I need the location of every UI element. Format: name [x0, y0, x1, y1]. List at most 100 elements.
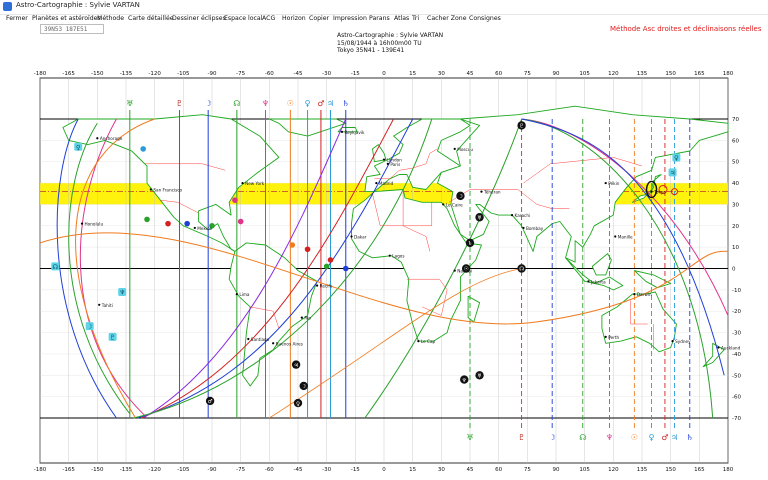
planet-marker-3[interactable] [237, 218, 244, 225]
mc-planet-glyph-4[interactable]: ♆ [262, 99, 269, 108]
planet-marker-0[interactable] [165, 220, 171, 227]
lon-tick-bottom: -105 [177, 467, 190, 473]
planet-marker-6[interactable] [304, 246, 311, 253]
glyph-marker-7[interactable]: ☽ [301, 384, 306, 390]
mc-planet-glyph-0[interactable]: ♅ [126, 99, 133, 108]
lon-tick-top: 30 [438, 71, 445, 77]
ic-planet-glyph-6[interactable]: ♀ [649, 433, 655, 442]
city-label-14: Dakar [354, 234, 367, 239]
ic-planet-glyph-3[interactable]: ☊ [579, 433, 586, 442]
city-label-24: Tokyo [653, 190, 666, 195]
city-dot-27 [633, 293, 636, 296]
city-dot-24 [650, 190, 653, 193]
city-dot-14 [350, 235, 353, 238]
lon-tick-bottom: 0 [382, 467, 386, 473]
lon-tick-bottom: 165 [694, 467, 705, 473]
city-dot-1 [80, 222, 84, 225]
glyph-marker-10[interactable]: ♆ [462, 377, 467, 384]
city-dot-7 [272, 342, 275, 345]
badge-glyph-5[interactable]: ♀ [674, 154, 679, 162]
ic-planet-glyph-2[interactable]: ☽ [549, 433, 556, 442]
badge-glyph-3[interactable]: ☽ [87, 323, 93, 331]
city-label-29: Sydney [675, 339, 691, 344]
lat-tick: 10 [732, 245, 739, 251]
city-label-1: Honolulu [85, 222, 104, 227]
planet-marker-11[interactable] [140, 146, 146, 152]
glyph-marker-6[interactable]: ♃ [294, 362, 299, 369]
ic-planet-glyph-9[interactable]: ♄ [686, 433, 693, 442]
city-dot-4 [193, 226, 196, 230]
mc-planet-glyph-3[interactable]: ☊ [233, 99, 240, 108]
city-dot-12 [386, 162, 389, 165]
city-dot-0 [96, 137, 99, 140]
glyph-marker-11[interactable]: ♅ [477, 372, 482, 379]
city-dot-15 [388, 254, 391, 257]
mc-planet-glyph-9[interactable]: ♄ [342, 99, 349, 108]
mc-planet-glyph-2[interactable]: ☽ [205, 99, 212, 108]
badge-glyph-6[interactable]: ♃ [670, 169, 676, 177]
city-dot-5 [235, 293, 238, 296]
mc-planet-glyph-7[interactable]: ♂ [317, 99, 324, 108]
lon-tick-bottom: -45 [294, 467, 303, 473]
planet-marker-5[interactable] [289, 242, 296, 248]
planet-marker-7[interactable] [327, 257, 334, 263]
ic-planet-glyph-5[interactable]: ☉ [631, 433, 638, 442]
ic-planet-glyph-0[interactable]: ♅ [466, 433, 473, 442]
city-label-23: Pékin [608, 181, 620, 186]
ic-planet-glyph-8[interactable]: ♃ [671, 433, 678, 442]
city-label-31: Tahiti [101, 303, 113, 308]
planet-marker-10[interactable] [232, 197, 238, 203]
city-dot-17 [453, 269, 456, 272]
city-dot-18 [417, 340, 420, 343]
lat-tick: -50 [732, 373, 741, 379]
glyph-marker-2[interactable]: ♅ [477, 214, 482, 221]
lon-tick-top: -90 [208, 71, 217, 77]
ic-planet-glyph-7[interactable]: ♂ [661, 433, 668, 442]
ic-planet-glyph-1[interactable]: ♇ [518, 433, 525, 442]
glyph-marker-0[interactable]: ♇ [519, 123, 524, 130]
glyph-marker-8[interactable]: ♀ [296, 401, 300, 407]
mc-planet-glyph-5[interactable]: ☉ [287, 99, 294, 108]
lat-tick: 20 [732, 224, 739, 230]
lon-tick-bottom: -30 [322, 467, 331, 473]
astro-map[interactable]: -180-180-165-165-150-150-135-135-120-120… [0, 0, 768, 480]
glyph-marker-1[interactable]: ☽ [458, 194, 463, 200]
lon-tick-top: -60 [265, 71, 274, 77]
city-dot-19 [453, 147, 456, 150]
city-dot-22 [522, 226, 525, 230]
lon-tick-bottom: 135 [637, 467, 648, 473]
city-dot-10 [340, 130, 344, 133]
mc-planet-glyph-1[interactable]: ♇ [176, 99, 183, 108]
glyph-marker-5[interactable]: ☊ [519, 267, 524, 273]
mc-planet-glyph-8[interactable]: ♃ [327, 99, 334, 108]
ic-planet-glyph-4[interactable]: ♆ [606, 433, 613, 442]
lat-tick: 40 [732, 181, 739, 187]
city-label-20: Téhéran [483, 190, 501, 195]
city-label-15: Lagos [392, 254, 404, 259]
city-label-22: Bombay [526, 226, 544, 231]
planet-marker-4[interactable] [144, 216, 150, 223]
city-label-3: New York [245, 181, 265, 186]
lon-tick-top: 60 [495, 71, 502, 77]
lon-tick-top: -75 [236, 71, 245, 77]
planet-marker-1[interactable] [184, 220, 190, 227]
lat-tick: -10 [732, 288, 741, 294]
mc-planet-glyph-6[interactable]: ♀ [305, 99, 311, 108]
city-label-27: Darwin [637, 292, 652, 297]
lon-tick-bottom: -60 [265, 467, 274, 473]
planet-marker-8[interactable] [323, 263, 330, 270]
lon-tick-bottom: -165 [62, 467, 75, 473]
glyph-marker-3[interactable]: ♄ [468, 240, 473, 247]
city-label-17: Nairobi [457, 269, 472, 274]
planet-marker-9[interactable] [342, 265, 349, 272]
badge-glyph-2[interactable]: ♇ [110, 333, 116, 341]
city-label-19: Moscou [457, 147, 473, 152]
badge-glyph-4[interactable]: ♆ [119, 288, 125, 296]
lon-tick-bottom: -135 [120, 467, 133, 473]
lon-tick-top: -15 [351, 71, 360, 77]
lat-tick: 70 [732, 117, 739, 123]
glyph-marker-9[interactable]: ♂ [208, 399, 213, 405]
lon-tick-bottom: -180 [34, 467, 47, 473]
badge-glyph-1[interactable]: ☊ [52, 263, 58, 271]
badge-glyph-0[interactable]: ♀ [76, 143, 81, 151]
